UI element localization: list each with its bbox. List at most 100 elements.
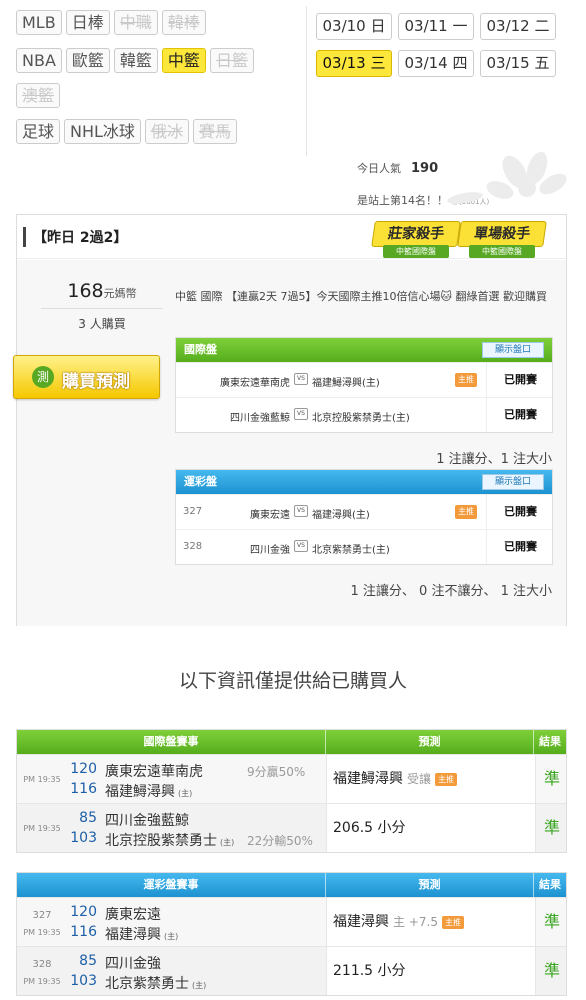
team-name: 福建潯興 (主) — [105, 924, 178, 944]
date-tab[interactable]: 03/11 一 — [398, 13, 474, 40]
featured-badge: 主推 — [455, 373, 477, 387]
home-team: 廣東宏遠 — [250, 510, 290, 521]
market-row: 廣東宏遠華南虎 VS 福建鱘潯興(主) 主推 已開賽 — [176, 362, 552, 397]
away-team: 北京紫禁勇士(主) — [312, 545, 390, 556]
featured-badge: 主推 — [455, 505, 477, 519]
sport-row-1: MLB 日棒 中職 韓棒 — [16, 10, 206, 35]
prediction-description: 中籃 國際 【連贏2天 7過5】今天國際主推10倍信心場🐱 翻綠首選 歡迎購買 — [175, 290, 547, 303]
prediction-note: 主 +7.5 — [393, 915, 438, 929]
home-team: 四川金強藍鯨 — [230, 413, 290, 424]
sport-row-4: 足球 NHL冰球 俄冰 賽馬 — [16, 119, 237, 144]
badge-sub: 中籃國際盤 — [469, 245, 535, 258]
home-tag: (主) — [164, 932, 179, 941]
team-label: 廣東宏遠華南虎 — [105, 764, 203, 780]
intl-result-table: 國際盤賽事 預測 結果 PM 19:35 120 116 廣東宏遠華南虎 福建鱘潯興 (主… — [16, 729, 567, 853]
prediction-note: 受讓 — [407, 772, 432, 786]
team-name: 廣東宏遠 — [105, 904, 161, 924]
game-number: 327 — [32, 910, 52, 921]
match-time: PM 19:35 — [23, 775, 61, 784]
table-header: 運彩盤賽事 預測 結果 — [17, 873, 566, 897]
intl-market: 國際盤 顯示盤口 廣東宏遠華南虎 VS 福建鱘潯興(主) 主推 已開賽 四川金強藍鯨 VS 北… — [175, 337, 553, 433]
handicap-result: 9分贏50% — [247, 765, 306, 779]
badge-main: 莊家殺手 — [371, 221, 461, 247]
team-name: 北京紫禁勇士 (主) — [105, 973, 206, 993]
team-label: 廣東宏遠 — [105, 907, 161, 923]
match-status: 已開賽 — [486, 530, 554, 564]
badge-single-killer: 單場殺手 中籃國際盤 — [457, 217, 547, 259]
header-result: 結果 — [539, 735, 561, 748]
score: 120 — [70, 904, 97, 920]
score: 85 — [79, 953, 97, 969]
date-tab[interactable]: 03/12 二 — [480, 13, 556, 40]
home-tag: (主) — [220, 838, 235, 847]
team-label: 北京紫禁勇士 — [105, 976, 189, 992]
sport-tab[interactable]: 韓籃 — [113, 48, 158, 73]
match-status: 已開賽 — [486, 398, 554, 432]
date-row-1: 03/10 日 03/11 一 03/12 二 — [316, 13, 556, 40]
score: 103 — [70, 830, 97, 846]
market-row: 四川金強藍鯨 VS 北京控股紫禁勇士(主) 已開賽 — [176, 397, 552, 432]
prediction-text: 211.5 小分 — [333, 963, 406, 979]
vs-icon: VS — [294, 505, 308, 517]
header-prediction: 預測 — [326, 873, 534, 897]
card-title: 【昨日 2過2】 — [33, 230, 128, 246]
price-unit: 元媽幣 — [103, 287, 137, 300]
game-number: 328 — [32, 959, 52, 970]
market-row: 327 廣東宏遠 VS 福建潯興(主) 主推 已開賽 — [176, 494, 552, 529]
sport-tab[interactable]: 中籃 — [161, 48, 206, 73]
score: 116 — [70, 924, 97, 940]
show-odds-button[interactable]: 顯示盤口 — [482, 342, 544, 358]
date-tab[interactable]: 03/13 三 — [316, 50, 392, 77]
vs-icon: VS — [294, 408, 308, 420]
sport-tab[interactable]: 足球 — [16, 119, 61, 144]
away-team: 福建潯興(主) — [312, 510, 370, 521]
sport-tab[interactable]: 韓棒 — [161, 10, 206, 35]
lottery-market: 運彩盤 顯示盤口 327 廣東宏遠 VS 福建潯興(主) 主推 已開賽 328 四川金強 VS 北… — [175, 469, 553, 565]
market-row: 328 四川金強 VS 北京紫禁勇士(主) 已開賽 — [176, 529, 552, 564]
lottery-summary: 1 注讓分、 0 注不讓分、 1 注大小 — [350, 584, 552, 599]
price-divider — [41, 308, 163, 309]
sport-tab[interactable]: 澳籃 — [16, 83, 61, 108]
prediction-text: 206.5 小分 — [333, 820, 406, 836]
team-label: 四川金強 — [105, 956, 161, 972]
title-bar — [23, 227, 26, 247]
date-tab[interactable]: 03/10 日 — [316, 13, 392, 40]
team-label: 四川金強藍鯨 — [105, 813, 189, 829]
price-value: 168 — [67, 280, 104, 302]
game-number: 328 — [183, 541, 203, 552]
result-cell: 準 — [535, 804, 568, 852]
prediction-card: 【昨日 2過2】 莊家殺手 中籃國際盤 單場殺手 中籃國際盤 168元媽幣 3 … — [13, 214, 567, 626]
sport-tab[interactable]: 日棒 — [65, 10, 110, 35]
badge-sub: 中籃國際盤 — [383, 245, 449, 258]
sport-tab[interactable]: 日籃 — [209, 48, 254, 73]
show-odds-button[interactable]: 顯示盤口 — [482, 474, 544, 490]
match-status: 已開賽 — [486, 495, 554, 529]
date-tab[interactable]: 03/15 五 — [480, 50, 556, 77]
buy-button-label: 購買預測 — [62, 372, 130, 392]
header-match: 運彩盤賽事 — [17, 873, 326, 897]
date-tab[interactable]: 03/14 四 — [398, 50, 474, 77]
divider — [306, 6, 307, 156]
sport-tab[interactable]: MLB — [16, 10, 62, 35]
prediction-cell: 211.5 小分 — [326, 947, 535, 995]
table-header: 國際盤賽事 預測 結果 — [17, 730, 566, 754]
table-row: PM 19:35 120 116 廣東宏遠華南虎 福建鱘潯興 (主) 9分贏50% 福建鱘潯興… — [17, 754, 566, 803]
buy-prediction-button[interactable]: 測 購買預測 — [13, 355, 160, 399]
sport-tab[interactable]: 中職 — [113, 10, 158, 35]
sport-tab[interactable]: 俄冰 — [144, 119, 189, 144]
score: 116 — [70, 781, 97, 797]
popularity: 今日人氣 190 — [357, 160, 438, 176]
sport-tab[interactable]: NHL冰球 — [64, 119, 141, 144]
flower-decoration-icon — [447, 151, 567, 204]
price-box: 168元媽幣 3 人購買 — [41, 280, 163, 332]
badge-main: 單場殺手 — [457, 221, 547, 247]
result-cell: 準 — [535, 755, 568, 803]
sport-tab[interactable]: 歐籃 — [65, 48, 110, 73]
home-tag: (主) — [178, 789, 193, 798]
rank-text: 是站上第14名！！ — [357, 194, 448, 207]
prediction-icon: 測 — [32, 366, 54, 388]
team-label: 福建鱘潯興 — [105, 784, 175, 800]
sport-tab[interactable]: 賽馬 — [192, 119, 237, 144]
header-area: MLB 日棒 中職 韓棒 NBA 歐籃 韓籃 中籃 日籃 澳籃 足球 NHL冰球 俄冰 賽馬 03/… — [0, 0, 586, 210]
sport-tab[interactable]: NBA — [16, 48, 62, 73]
